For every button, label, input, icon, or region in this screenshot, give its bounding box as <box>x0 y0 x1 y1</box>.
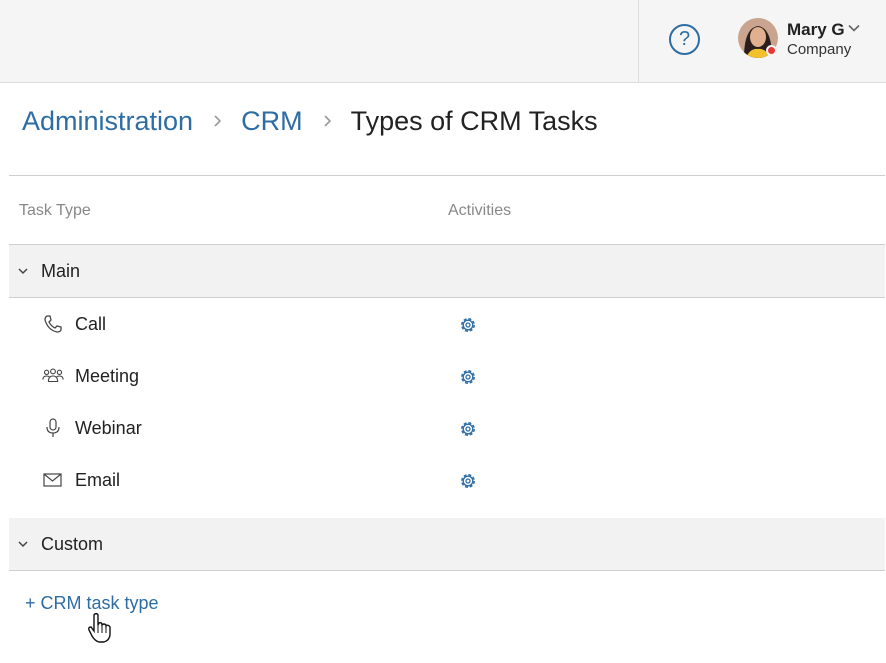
table-row: Call <box>9 298 885 350</box>
page-title: Types of CRM Tasks <box>350 105 598 136</box>
envelope-icon <box>43 473 62 487</box>
column-activities: Activities <box>448 202 512 219</box>
group-main[interactable]: Main <box>9 245 885 298</box>
task-types-table: Task Type Activities Main Call Meeting W… <box>9 175 885 571</box>
microphone-icon <box>46 418 60 437</box>
chevron-right-icon <box>193 114 241 128</box>
group-label: Main <box>41 261 81 281</box>
gear-icon[interactable] <box>458 419 478 439</box>
group-custom[interactable]: Custom <box>9 518 885 571</box>
chevron-right-icon <box>303 114 351 128</box>
table-header: Task Type Activities <box>9 175 885 245</box>
row-label[interactable]: Meeting <box>75 366 139 387</box>
top-bar: ? Mary G Company <box>0 0 886 83</box>
chevron-down-icon <box>18 541 28 548</box>
add-crm-task-type-link[interactable]: + CRM task type <box>25 593 159 614</box>
breadcrumb: Administration CRM Types of CRM Tasks <box>22 104 598 138</box>
table-row: Meeting <box>9 350 885 402</box>
help-button[interactable]: ? <box>669 24 700 55</box>
breadcrumb-administration[interactable]: Administration <box>22 106 193 137</box>
user-company: Company <box>787 41 852 58</box>
row-label[interactable]: Call <box>75 314 106 335</box>
breadcrumb-crm[interactable]: CRM <box>241 106 303 137</box>
phone-icon <box>44 315 62 333</box>
table-row: Webinar <box>9 402 885 454</box>
chevron-down-icon <box>18 268 28 275</box>
row-label[interactable]: Email <box>75 470 120 491</box>
group-label: Custom <box>41 534 104 554</box>
chevron-down-icon <box>848 24 860 32</box>
gear-icon[interactable] <box>458 315 478 335</box>
question-circle-icon: ? <box>678 28 691 50</box>
user-name: Mary G <box>787 20 845 39</box>
gear-icon[interactable] <box>458 471 478 491</box>
user-menu[interactable]: Mary G Company <box>738 17 878 61</box>
status-dot <box>766 45 777 56</box>
people-icon <box>42 368 64 383</box>
hand-cursor-icon <box>88 612 111 643</box>
row-label[interactable]: Webinar <box>75 418 142 439</box>
gear-icon[interactable] <box>458 367 478 387</box>
column-task-type: Task Type <box>19 202 91 219</box>
table-row: Email <box>9 454 885 506</box>
topbar-divider <box>638 0 639 83</box>
